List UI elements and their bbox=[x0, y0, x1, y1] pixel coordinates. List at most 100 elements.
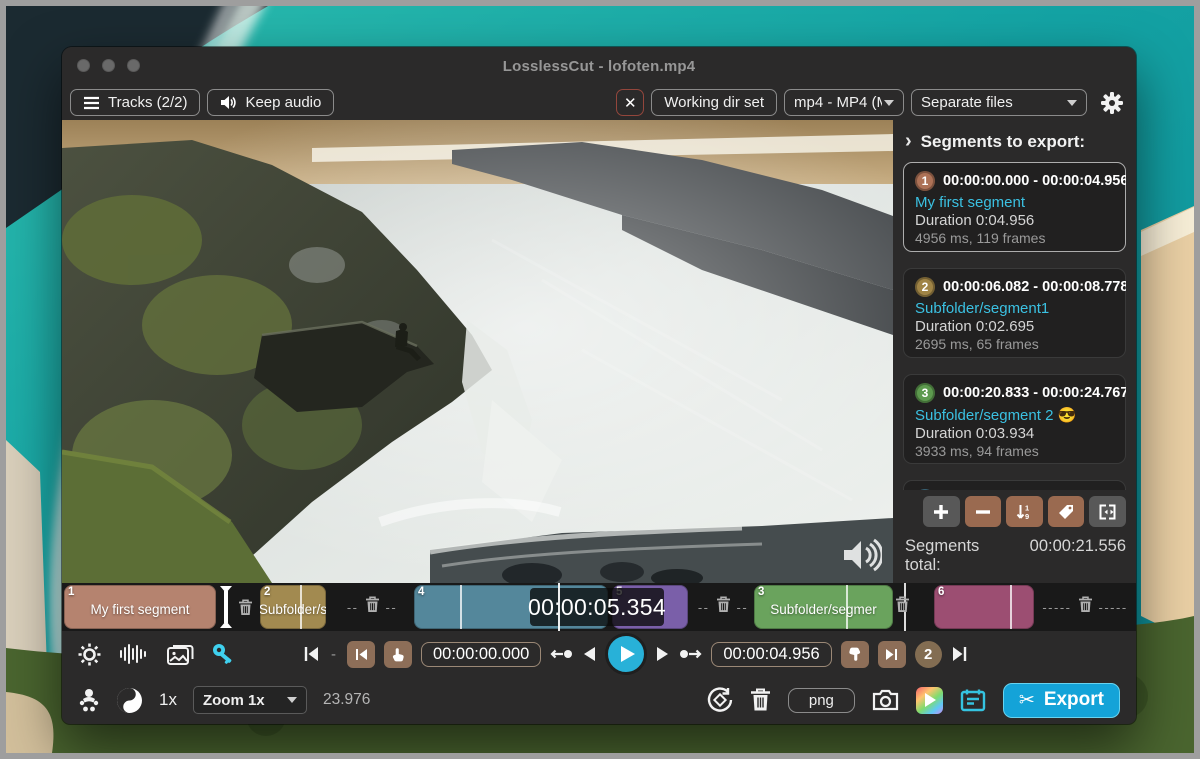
play-button[interactable] bbox=[605, 633, 647, 675]
segment-time-range: 00:00:06.082 - 00:00:08.778 bbox=[943, 279, 1126, 295]
segment-duration: Duration 0:04.956 bbox=[915, 212, 1114, 229]
timeline-segment[interactable]: 2Subfolder/s bbox=[260, 585, 326, 629]
label-segment-button[interactable] bbox=[1048, 496, 1085, 527]
gap-dashes: -- bbox=[698, 600, 710, 615]
settings-button[interactable] bbox=[1100, 91, 1124, 115]
output-format-select[interactable]: mp4 - MP4 (M bbox=[784, 89, 904, 116]
waveform-toggle-button[interactable] bbox=[119, 643, 149, 665]
timeline-segment-number: 6 bbox=[938, 586, 944, 598]
gap-dash: - bbox=[331, 646, 336, 663]
minus-icon bbox=[974, 503, 992, 521]
volume-icon[interactable] bbox=[842, 537, 882, 573]
tracks-button[interactable]: Tracks (2/2) bbox=[70, 89, 200, 116]
add-segment-button[interactable] bbox=[923, 496, 960, 527]
preview-render-button[interactable] bbox=[916, 687, 943, 714]
minimize-window-button[interactable] bbox=[102, 59, 115, 72]
timeline-segment[interactable]: 3Subfolder/segmer bbox=[754, 585, 893, 629]
jump-end-icon bbox=[951, 646, 968, 662]
set-cut-end-button[interactable] bbox=[841, 641, 869, 668]
svg-text:9: 9 bbox=[1025, 512, 1029, 521]
segment-duration: Duration 0:02.695 bbox=[915, 318, 1114, 335]
segment-card[interactable]: 300:00:20.833 - 00:00:24.767Subfolder/se… bbox=[903, 374, 1126, 464]
next-frame-button[interactable] bbox=[656, 646, 669, 662]
timeline-trash-button[interactable] bbox=[365, 596, 380, 618]
remove-segment-button[interactable] bbox=[965, 496, 1002, 527]
waveform-icon bbox=[119, 643, 149, 665]
working-dir-button[interactable]: Working dir set bbox=[651, 89, 777, 116]
cut-end-time-input[interactable]: 00:00:04.956 bbox=[711, 642, 831, 667]
timeline-gap[interactable]: ---------- bbox=[1038, 583, 1132, 631]
export-button[interactable]: ✂ Export bbox=[1003, 683, 1120, 718]
timeline-trash-button[interactable] bbox=[895, 583, 913, 631]
speed-zoom-group: 1x Zoom 1x 23.976 bbox=[78, 686, 370, 714]
thumbnails-toggle-button[interactable] bbox=[167, 643, 194, 665]
jump-start-button[interactable] bbox=[303, 646, 320, 662]
capture-mode-button[interactable] bbox=[78, 688, 100, 712]
segments-tool-button[interactable] bbox=[1089, 496, 1126, 527]
bottom-toolbar-row: 1x Zoom 1x 23.976 bbox=[62, 677, 1136, 723]
settings-toggle-button[interactable] bbox=[78, 643, 101, 666]
timeline-trash-button[interactable] bbox=[238, 583, 253, 631]
chevron-down-icon bbox=[287, 697, 297, 703]
seek-segment-start-button[interactable] bbox=[347, 641, 375, 668]
fps-label: 23.976 bbox=[323, 691, 370, 709]
timeline-segment-number: 4 bbox=[418, 586, 424, 598]
export-mode-select[interactable]: Separate files bbox=[911, 89, 1087, 116]
timeline-segment[interactable]: 1My first segment bbox=[64, 585, 216, 629]
timeline-gap[interactable]: -- -- bbox=[694, 583, 752, 631]
segments-total-value: 00:00:21.556 bbox=[1030, 537, 1126, 575]
delete-source-button[interactable] bbox=[750, 688, 771, 712]
segment-counter-button[interactable]: 2 bbox=[915, 641, 942, 668]
timeline-segment-label: Subfolder/s bbox=[260, 585, 326, 629]
segment-name-link[interactable]: Subfolder/segment 2 😎 bbox=[915, 406, 1114, 424]
playhead[interactable] bbox=[558, 583, 560, 631]
rotation-button[interactable] bbox=[707, 687, 733, 713]
video-frame bbox=[62, 120, 893, 583]
timeline[interactable]: 1My first segment2Subfolder/s----4500:00… bbox=[62, 583, 1136, 631]
desktop: LosslessCut - lofoten.mp4 Tracks (2/2) K… bbox=[0, 0, 1200, 759]
camera-icon bbox=[872, 689, 899, 711]
hand-up-icon bbox=[391, 647, 405, 662]
segment-name-link[interactable]: My first segment bbox=[915, 194, 1114, 211]
edit-metadata-button[interactable] bbox=[960, 688, 986, 712]
segment-handle-cursor[interactable] bbox=[220, 586, 232, 628]
zoom-window-button[interactable] bbox=[127, 59, 140, 72]
timeline-trash-button[interactable] bbox=[1078, 596, 1093, 618]
theme-toggle-button[interactable] bbox=[116, 687, 143, 714]
sort-numeric-icon: 1 9 bbox=[1015, 503, 1033, 521]
timeline-trash-button[interactable] bbox=[716, 596, 731, 618]
keyframes-toggle-button[interactable] bbox=[212, 643, 237, 665]
segment-name-link[interactable]: Subfolder/segment1 bbox=[915, 300, 1114, 317]
screenshot-button[interactable] bbox=[872, 689, 899, 711]
gap-dashes: ----- bbox=[1042, 600, 1071, 615]
segment-card[interactable]: 200:00:06.082 - 00:00:08.778Subfolder/se… bbox=[903, 268, 1126, 358]
segment-card[interactable]: 400:00:10.678 - 00:00:14.933 bbox=[903, 480, 1126, 490]
trash-icon bbox=[716, 596, 731, 613]
set-cut-start-button[interactable] bbox=[384, 641, 412, 668]
working-dir-label: Working dir set bbox=[664, 94, 764, 111]
seek-segment-end-button[interactable] bbox=[878, 641, 906, 668]
segments-header[interactable]: › Segments to export: bbox=[905, 132, 1126, 152]
cut-start-time-input[interactable]: 00:00:00.000 bbox=[421, 642, 541, 667]
sort-segments-button[interactable]: 1 9 bbox=[1006, 496, 1043, 527]
next-keyframe-button[interactable] bbox=[678, 647, 702, 661]
segment-card[interactable]: 100:00:00.000 - 00:00:04.956My first seg… bbox=[903, 162, 1126, 252]
prev-frame-button[interactable] bbox=[583, 646, 596, 662]
jump-end-button[interactable] bbox=[951, 646, 968, 662]
keyframe-marker bbox=[846, 585, 848, 629]
hamburger-icon bbox=[83, 96, 100, 110]
gear-icon bbox=[1100, 91, 1124, 115]
timeline-segment[interactable]: 6 bbox=[934, 585, 1034, 629]
close-window-button[interactable] bbox=[77, 59, 90, 72]
gap-dashes: -- bbox=[737, 600, 749, 615]
segment-time-range: 00:00:20.833 - 00:00:24.767 bbox=[943, 385, 1126, 401]
speaker-icon bbox=[220, 95, 237, 110]
timeline-zoom-select[interactable]: Zoom 1x bbox=[193, 686, 307, 714]
video-preview[interactable] bbox=[62, 120, 893, 583]
keep-audio-button[interactable]: Keep audio bbox=[207, 89, 334, 116]
prev-keyframe-button[interactable] bbox=[550, 647, 574, 661]
close-file-button[interactable]: ✕ bbox=[616, 89, 644, 116]
titlebar[interactable]: LosslessCut - lofoten.mp4 bbox=[62, 47, 1136, 85]
screenshot-format-button[interactable]: png bbox=[788, 688, 855, 713]
timeline-gap[interactable]: ---- bbox=[334, 583, 410, 631]
